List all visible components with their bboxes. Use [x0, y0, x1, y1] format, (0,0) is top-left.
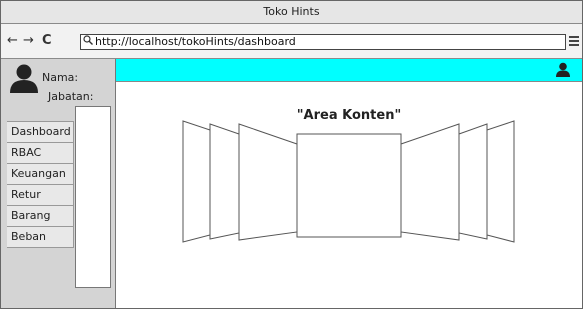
- sidebar-item-retur[interactable]: Retur: [7, 184, 74, 206]
- forward-arrow-icon[interactable]: →: [23, 33, 34, 49]
- carousel-slide-left-3: [182, 120, 211, 243]
- content-area: "Area Konten": [116, 82, 582, 308]
- sidebar-panel: [75, 106, 111, 288]
- sidebar-item-rbac[interactable]: RBAC: [7, 142, 74, 164]
- carousel-slide-right-2: [458, 123, 488, 240]
- search-icon: [81, 35, 95, 50]
- window-title: Toko Hints: [263, 5, 320, 18]
- carousel-slide-left-2: [209, 123, 240, 240]
- carousel-slide-left-1: [238, 123, 298, 241]
- reload-icon[interactable]: C: [42, 33, 52, 49]
- carousel-slide-center: [296, 133, 402, 238]
- browser-window: Toko Hints ← → C http://localhost/tokoHi…: [0, 0, 583, 309]
- window-titlebar: Toko Hints: [1, 1, 582, 24]
- user-info: Nama: Jabatan:: [1, 59, 115, 107]
- sidebar-item-keuangan[interactable]: Keuangan: [7, 163, 74, 185]
- user-name-label: Nama:: [42, 71, 79, 84]
- carousel-slide-right-1: [400, 123, 460, 241]
- top-header-bar: [116, 59, 582, 82]
- cover-flow-carousel[interactable]: [182, 120, 516, 245]
- carousel-slide-right-3: [486, 120, 515, 243]
- user-icon: [10, 64, 38, 93]
- sidebar-menu: Dashboard RBAC Keuangan Retur Barang Beb…: [7, 121, 74, 248]
- url-input[interactable]: http://localhost/tokoHints/dashboard: [80, 34, 566, 50]
- user-position-label: Jabatan:: [48, 90, 94, 103]
- sidebar-item-barang[interactable]: Barang: [7, 205, 74, 227]
- sidebar-item-beban[interactable]: Beban: [7, 226, 74, 248]
- back-arrow-icon[interactable]: ←: [7, 33, 18, 49]
- hamburger-menu-icon[interactable]: [569, 36, 579, 46]
- sidebar-item-dashboard[interactable]: Dashboard: [7, 121, 74, 143]
- address-bar: ← → C http://localhost/tokoHints/dashboa…: [1, 24, 582, 59]
- sidebar: Nama: Jabatan: Dashboard RBAC Keuangan R…: [1, 59, 116, 308]
- url-text: http://localhost/tokoHints/dashboard: [95, 35, 296, 48]
- user-icon[interactable]: [556, 62, 570, 77]
